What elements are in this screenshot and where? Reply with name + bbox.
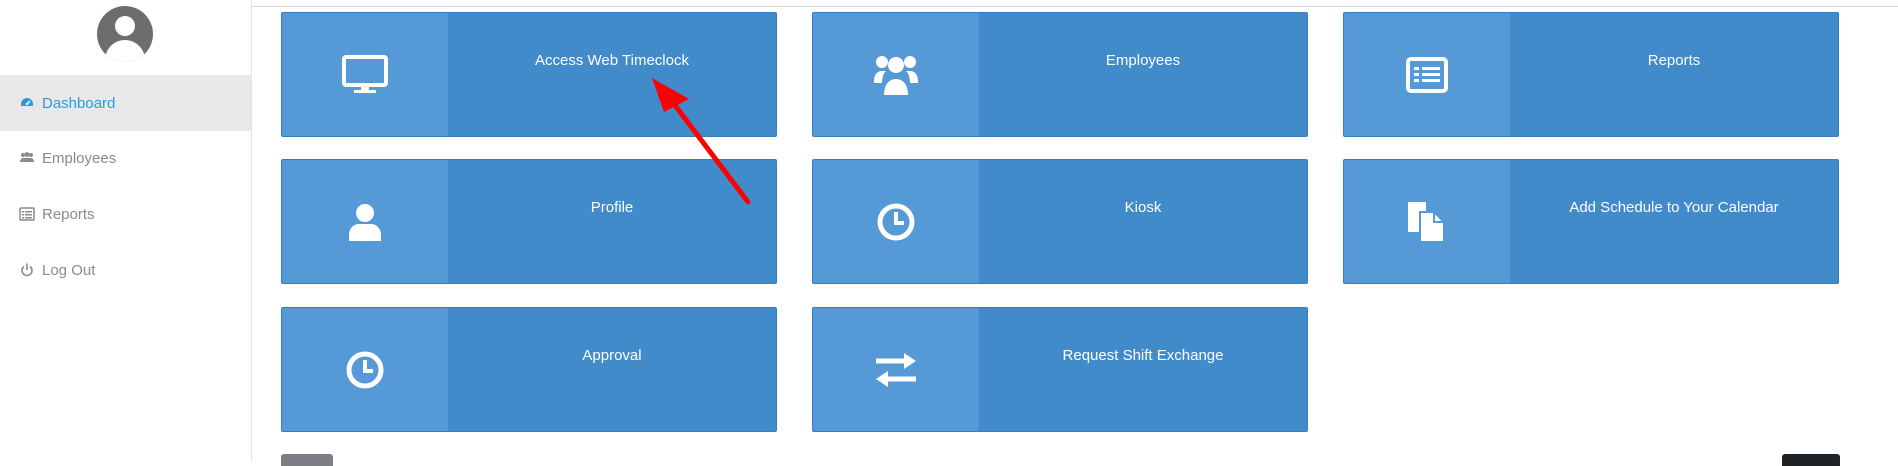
tile-approval[interactable]: Approval — [281, 307, 777, 432]
users-group-icon — [872, 53, 920, 97]
user-icon — [348, 203, 382, 241]
tile-icon-panel — [813, 308, 979, 431]
monitor-icon — [342, 54, 388, 95]
sidebar-item-label: Log Out — [42, 261, 96, 279]
primary-button[interactable] — [1782, 454, 1840, 466]
sidebar-item-label: Reports — [42, 205, 95, 223]
tile-label: Reports — [1647, 52, 1701, 69]
tile-icon-panel — [813, 13, 979, 136]
list-icon — [1406, 56, 1448, 93]
tile-request-shift-exchange[interactable]: Request Shift Exchange — [812, 307, 1308, 432]
tile-label: Add Schedule to Your Calendar — [1569, 199, 1779, 216]
tile-label: Access Web Timeclock — [535, 52, 689, 69]
tile-add-schedule-calendar[interactable]: Add Schedule to Your Calendar — [1343, 159, 1839, 284]
avatar[interactable] — [97, 6, 153, 62]
sidebar-item-dashboard[interactable]: Dashboard — [0, 75, 251, 131]
tile-profile[interactable]: Profile — [281, 159, 777, 284]
users-icon — [19, 150, 35, 166]
avatar-head — [115, 16, 135, 36]
clock-icon — [345, 350, 385, 390]
tile-employees[interactable]: Employees — [812, 12, 1308, 137]
tile-icon-panel — [282, 160, 448, 283]
tile-kiosk[interactable]: Kiosk — [812, 159, 1308, 284]
sidebar-item-reports[interactable]: Reports — [0, 186, 251, 242]
tile-label: Kiosk — [1124, 199, 1162, 216]
tile-icon-panel — [1344, 13, 1510, 136]
tile-icon-panel — [813, 160, 979, 283]
tile-icon-panel — [282, 308, 448, 431]
dashboard-icon — [19, 95, 35, 111]
sidebar: Dashboard Employees Reports Log Out — [0, 0, 252, 462]
sidebar-item-employees[interactable]: Employees — [0, 130, 251, 186]
tile-icon-panel — [282, 13, 448, 136]
tile-icon-panel — [1344, 160, 1510, 283]
sidebar-item-label: Dashboard — [42, 94, 116, 112]
sidebar-item-label: Employees — [42, 149, 117, 167]
list-icon — [19, 206, 35, 222]
power-icon — [19, 262, 35, 278]
document-icon — [1406, 200, 1448, 244]
tile-label: Approval — [582, 347, 642, 364]
tile-access-web-timeclock[interactable]: Access Web Timeclock — [281, 12, 777, 137]
sidebar-item-logout[interactable]: Log Out — [0, 242, 251, 298]
tile-label: Employees — [1105, 52, 1181, 69]
clock-icon — [876, 202, 916, 242]
avatar-body — [105, 40, 145, 62]
tile-reports[interactable]: Reports — [1343, 12, 1839, 137]
tile-label: Request Shift Exchange — [1062, 347, 1224, 364]
tile-label: Profile — [590, 199, 634, 216]
header-divider — [252, 6, 1898, 7]
secondary-button[interactable] — [281, 454, 333, 466]
exchange-icon — [874, 352, 918, 387]
